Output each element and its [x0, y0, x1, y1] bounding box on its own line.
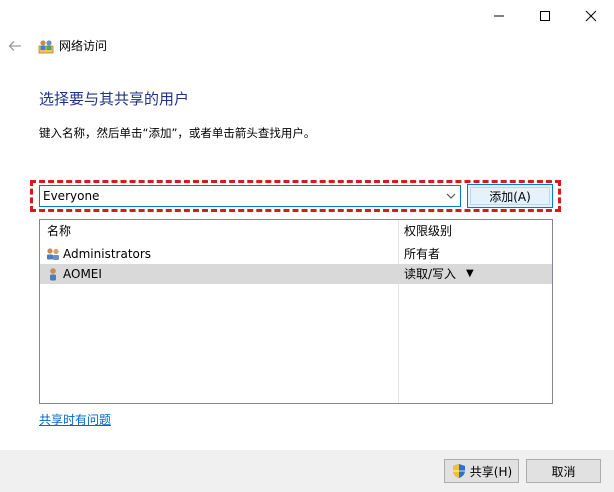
column-header-permission[interactable]: 权限级别: [404, 220, 452, 242]
page-heading: 选择要与其共享的用户: [39, 90, 190, 108]
user-name-input[interactable]: Everyone: [43, 188, 99, 204]
share-button-label: 共享(H): [469, 464, 513, 479]
maximize-icon: [540, 10, 550, 21]
cancel-button[interactable]: 取消: [526, 459, 601, 483]
chevron-down-icon[interactable]: [445, 190, 457, 202]
add-button-label: 添加(A): [489, 189, 531, 204]
user-icon: [50, 268, 56, 281]
minimize-icon: [494, 15, 504, 16]
add-button[interactable]: 添加(A): [467, 184, 553, 208]
back-arrow-icon: [8, 41, 21, 51]
maximize-button[interactable]: [522, 0, 568, 31]
cancel-button-label: 取消: [551, 464, 576, 479]
close-button[interactable]: [568, 0, 614, 31]
instruction-text: 键入名称，然后单击“添加”，或者单击箭头查找用户。: [39, 126, 316, 140]
close-icon: [585, 10, 597, 21]
row-permission[interactable]: 读取/写入: [404, 264, 456, 284]
user-list[interactable]: 名称 权限级别 Administrators 所有者 AOMEI 读取/写入 ▼: [39, 219, 553, 404]
row-user-name: AOMEI: [63, 267, 102, 281]
sharing-help-link[interactable]: 共享时有问题: [39, 412, 111, 428]
shield-icon: [452, 464, 465, 478]
share-button[interactable]: 共享(H): [444, 459, 519, 483]
network-users-icon: [38, 38, 54, 54]
column-header-name[interactable]: 名称: [47, 220, 71, 242]
row-permission: 所有者: [404, 247, 441, 261]
table-row[interactable]: AOMEI 读取/写入 ▼: [40, 264, 552, 284]
user-group-icon: [47, 248, 59, 260]
user-name-combobox[interactable]: Everyone: [39, 185, 461, 207]
footer-bar: [0, 450, 614, 492]
minimize-button[interactable]: [476, 0, 522, 31]
back-button[interactable]: [4, 36, 26, 56]
window-title: 网络访问: [59, 39, 108, 53]
caret-down-icon[interactable]: ▼: [466, 264, 474, 284]
row-user-name: Administrators: [63, 247, 152, 261]
table-row[interactable]: Administrators 所有者: [40, 244, 552, 264]
